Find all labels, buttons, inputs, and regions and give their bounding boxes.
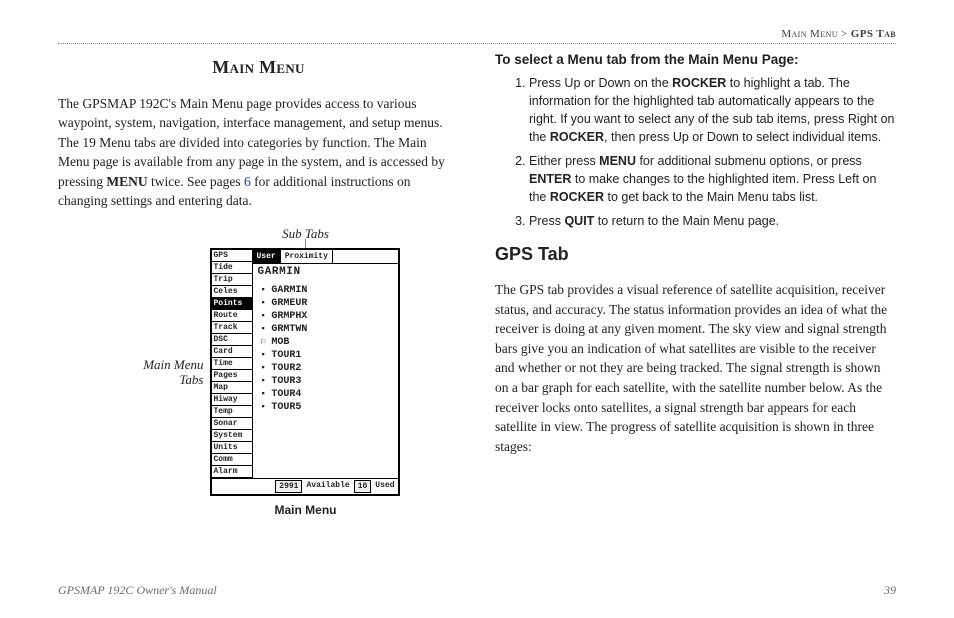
procedure-step: Either press MENU for additional submenu… <box>529 152 896 206</box>
used-value: 10 <box>354 480 372 494</box>
waypoint-item: GRMEUR <box>261 297 394 310</box>
main-menu-tab: GPS <box>212 250 252 262</box>
status-bar: 2991 Available 10 Used <box>212 478 398 495</box>
waypoint-item: TOUR1 <box>261 349 394 362</box>
footer-page-number: 39 <box>884 583 896 598</box>
breadcrumb-section: Main Menu <box>781 28 838 40</box>
main-menu-figure: Sub Tabs │ Main Menu Tabs GPSTideTripCel… <box>58 225 459 520</box>
waypoint-item: TOUR2 <box>261 362 394 375</box>
main-menu-tab: Temp <box>212 406 252 418</box>
available-value: 2991 <box>275 480 302 494</box>
left-column: Main Menu The GPSMAP 192C's Main Menu pa… <box>58 50 459 520</box>
main-menu-tab: Alarm <box>212 466 252 478</box>
main-menu-tab: Card <box>212 346 252 358</box>
waypoint-item: TOUR3 <box>261 375 394 388</box>
main-menu-tab: Time <box>212 358 252 370</box>
procedure-steps: Press Up or Down on the ROCKER to highli… <box>495 74 896 231</box>
main-menu-tab: Units <box>212 442 252 454</box>
main-menu-tab: System <box>212 430 252 442</box>
gps-tab-heading: GPS Tab <box>495 241 896 267</box>
main-menu-paragraph: The GPSMAP 192C's Main Menu page provide… <box>58 94 459 211</box>
right-column: To select a Menu tab from the Main Menu … <box>495 50 896 520</box>
figure-row: Main Menu Tabs GPSTideTripCelesPointsRou… <box>58 248 459 497</box>
main-menu-tab: Points <box>212 298 252 310</box>
page-footer: GPSMAP 192C Owner's Manual 39 <box>58 583 896 598</box>
manual-page: Main Menu > GPS Tab Main Menu The GPSMAP… <box>0 0 954 618</box>
sub-tab: User <box>253 250 281 264</box>
page-link-6[interactable]: 6 <box>244 174 251 189</box>
waypoint-item: GRMTWN <box>261 323 394 336</box>
waypoint-item: GRMPHX <box>261 310 394 323</box>
available-label: Available <box>306 480 349 494</box>
device-body: GPSTideTripCelesPointsRouteTrackDSCCardT… <box>212 250 398 478</box>
gps-tab-body: The GPS tab provides a visual reference … <box>495 280 896 456</box>
waypoint-item: TOUR4 <box>261 388 394 401</box>
footer-title: GPSMAP 192C Owner's Manual <box>58 583 217 598</box>
device-right-pane: UserProximity GARMIN GARMINGRMEURGRMPHXG… <box>253 250 398 478</box>
device-screenshot: GPSTideTripCelesPointsRouteTrackDSCCardT… <box>210 248 400 497</box>
main-menu-heading: Main Menu <box>58 54 459 80</box>
breadcrumb: Main Menu > GPS Tab <box>58 28 896 40</box>
main-menu-tab: Map <box>212 382 252 394</box>
main-menu-tab: Sonar <box>212 418 252 430</box>
main-menu-tab: Tide <box>212 262 252 274</box>
main-menu-tab: DSC <box>212 334 252 346</box>
tabs-callout-label: Main Menu Tabs <box>118 357 204 388</box>
used-label: Used <box>375 480 394 494</box>
main-menu-tab: Trip <box>212 274 252 286</box>
content-columns: Main Menu The GPSMAP 192C's Main Menu pa… <box>58 50 896 520</box>
main-menu-tabs-list: GPSTideTripCelesPointsRouteTrackDSCCardT… <box>212 250 253 478</box>
main-menu-tab: Pages <box>212 370 252 382</box>
waypoint-item: TOUR5 <box>261 401 394 414</box>
procedure-step: Press QUIT to return to the Main Menu pa… <box>529 212 896 230</box>
procedure-title: To select a Menu tab from the Main Menu … <box>495 50 896 70</box>
main-menu-tab: Comm <box>212 454 252 466</box>
main-menu-tab: Route <box>212 310 252 322</box>
main-menu-tab: Track <box>212 322 252 334</box>
breadcrumb-tab: GPS Tab <box>851 28 896 40</box>
sub-tabs-row: UserProximity <box>253 250 398 265</box>
main-menu-tab: Hiway <box>212 394 252 406</box>
brand-label: GARMIN <box>253 264 398 282</box>
waypoint-item: MOB <box>261 336 394 349</box>
sub-tab: Proximity <box>281 250 333 264</box>
waypoint-item: GARMIN <box>261 284 394 297</box>
procedure-step: Press Up or Down on the ROCKER to highli… <box>529 74 896 147</box>
main-menu-tab: Celes <box>212 286 252 298</box>
header-rule <box>58 43 896 44</box>
figure-caption: Main Menu <box>152 502 459 519</box>
breadcrumb-sep: > <box>838 28 851 40</box>
waypoint-list: GARMINGRMEURGRMPHXGRMTWNMOBTOUR1TOUR2TOU… <box>253 282 398 477</box>
